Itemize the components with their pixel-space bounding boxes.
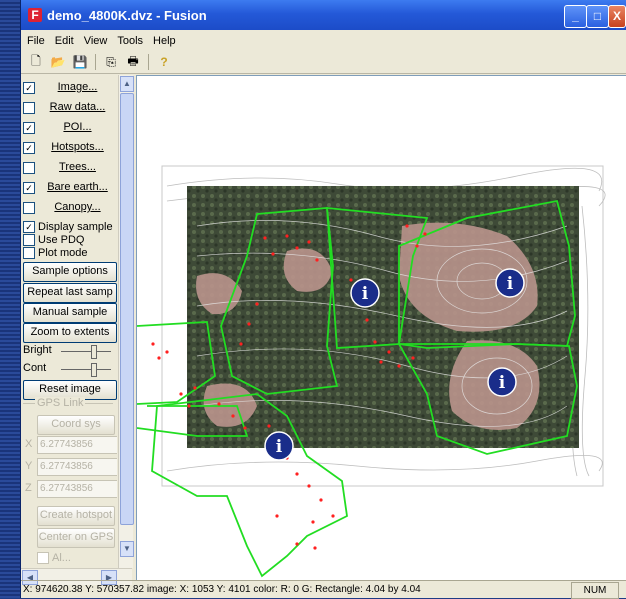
cont-slider-track[interactable]	[61, 369, 111, 370]
image-button[interactable]: Image...	[38, 79, 117, 97]
option-display-sample: ✓ Display sample	[23, 220, 117, 233]
bright-slider-thumb[interactable]	[91, 345, 97, 359]
poi-marker[interactable]: i	[264, 431, 294, 461]
menu-tools[interactable]: Tools	[117, 35, 143, 47]
minimize-button[interactable]: _	[564, 5, 587, 28]
gps-link-label: GPS Link	[35, 397, 86, 409]
cont-label: Cont	[23, 362, 47, 374]
trees-checkbox[interactable]	[23, 162, 35, 174]
map-canvas[interactable]: i i i i	[137, 76, 626, 580]
layer-row-trees: Trees...	[23, 159, 117, 177]
menu-help[interactable]: Help	[153, 35, 176, 47]
use-pdq-label: Use PDQ	[38, 233, 85, 246]
gps-x-field[interactable]: 6.27743856	[37, 436, 117, 454]
menu-view[interactable]: View	[84, 35, 108, 47]
status-coordinates: X: 974620.38 Y: 570357.82 image: X: 1053…	[23, 584, 421, 595]
gps-option-label: Al...	[52, 552, 71, 564]
gps-z-label: Z	[25, 482, 32, 494]
layer-row-bare-earth: ✓ Bare earth...	[23, 179, 117, 197]
app-window: F demo_4800K.dvz - Fusion _ □ X File Edi…	[20, 0, 626, 599]
help-icon[interactable]: ?	[155, 53, 173, 71]
layer-row-image: ✓ Image...	[23, 79, 117, 97]
sample-options-button[interactable]: Sample options	[23, 262, 117, 282]
close-button[interactable]: X	[608, 5, 626, 28]
poi-letter: i	[499, 373, 506, 393]
gps-option-row: Al...	[37, 549, 115, 567]
bright-slider-row: Bright	[23, 343, 117, 359]
canopy-button[interactable]: Canopy...	[38, 199, 117, 217]
control-panel: ✓ Image... Raw data... ✓ POI... ✓ Hotspo…	[21, 75, 117, 585]
scroll-down-arrow[interactable]: ▼	[120, 541, 134, 557]
toolbar-separator	[148, 54, 149, 70]
map-viewport[interactable]: i i i i	[136, 75, 626, 581]
poi-marker[interactable]: i	[350, 278, 380, 308]
layer-row-hotspots: ✓ Hotspots...	[23, 139, 117, 157]
display-sample-label: Display sample	[38, 220, 113, 233]
menu-bar: File Edit View Tools Help	[21, 32, 626, 50]
poi-letter: i	[507, 274, 514, 294]
option-use-pdq: Use PDQ	[23, 233, 117, 246]
hotspots-checkbox[interactable]: ✓	[23, 142, 35, 154]
new-icon[interactable]: 🗋	[27, 53, 45, 71]
trees-button[interactable]: Trees...	[38, 159, 117, 177]
toolbar: 🗋 📂 💾 ⎘ 🖶 ?	[21, 51, 626, 74]
poi-letter: i	[362, 284, 369, 304]
status-bar: X: 974620.38 Y: 570357.82 image: X: 1053…	[21, 580, 626, 599]
bright-slider-track[interactable]	[61, 351, 111, 352]
save-icon[interactable]: 💾	[71, 53, 89, 71]
scroll-thumb[interactable]	[120, 93, 134, 525]
coord-sys-button[interactable]: Coord sys	[37, 415, 115, 435]
gps-y-field[interactable]: 6.27743856	[37, 458, 117, 476]
use-pdq-checkbox[interactable]	[23, 233, 35, 246]
raw-data-checkbox[interactable]	[23, 102, 35, 114]
toolbar-separator	[95, 54, 96, 70]
poi-marker[interactable]: i	[487, 367, 517, 397]
open-icon[interactable]: 📂	[49, 53, 67, 71]
manual-sample-button[interactable]: Manual sample	[23, 303, 117, 323]
bare-earth-button[interactable]: Bare earth...	[38, 179, 117, 197]
poi-marker[interactable]: i	[495, 268, 525, 298]
scroll-up-arrow[interactable]: ▲	[120, 76, 134, 92]
maximize-button[interactable]: □	[586, 5, 609, 28]
gps-y-label: Y	[25, 460, 33, 472]
gps-option-checkbox[interactable]	[37, 552, 49, 564]
option-plot-mode: Plot mode	[23, 246, 117, 259]
menu-edit[interactable]: Edit	[55, 35, 74, 47]
zoom-to-extents-button[interactable]: Zoom to extents	[23, 323, 117, 343]
layer-row-canopy: Canopy...	[23, 199, 117, 217]
bare-earth-checkbox[interactable]: ✓	[23, 182, 35, 194]
menu-file[interactable]: File	[27, 35, 45, 47]
plot-mode-label: Plot mode	[38, 246, 88, 259]
repeat-last-sample-button[interactable]: Repeat last samp	[23, 283, 117, 303]
hotspots-button[interactable]: Hotspots...	[38, 139, 117, 157]
canopy-checkbox[interactable]	[23, 202, 35, 214]
layer-row-raw-data: Raw data...	[23, 99, 117, 117]
poi-letter: i	[276, 437, 283, 457]
num-lock-indicator: NUM	[571, 582, 619, 599]
gps-x-label: X	[25, 438, 33, 450]
create-hotspot-button[interactable]: Create hotspot	[37, 506, 115, 526]
poi-button[interactable]: POI...	[38, 119, 117, 137]
layer-row-poi: ✓ POI...	[23, 119, 117, 137]
cont-slider-row: Cont	[23, 361, 117, 377]
gps-z-field[interactable]: 6.27743856	[37, 480, 117, 498]
image-checkbox[interactable]: ✓	[23, 82, 35, 94]
cont-slider-thumb[interactable]	[91, 363, 97, 377]
bright-label: Bright	[23, 344, 52, 356]
copy-icon[interactable]: ⎘	[102, 53, 120, 71]
title-bar[interactable]: F demo_4800K.dvz - Fusion _ □ X	[21, 0, 626, 30]
display-sample-checkbox[interactable]: ✓	[23, 220, 35, 233]
center-on-gps-button[interactable]: Center on GPS	[37, 528, 115, 548]
window-title: demo_4800K.dvz - Fusion	[47, 8, 207, 23]
print-icon[interactable]: 🖶	[124, 53, 142, 71]
panel-vertical-scrollbar[interactable]: ▲ ▼	[118, 75, 134, 568]
desktop-background	[0, 0, 20, 598]
poi-checkbox[interactable]: ✓	[23, 122, 35, 134]
plot-mode-checkbox[interactable]	[23, 246, 35, 259]
raw-data-button[interactable]: Raw data...	[38, 99, 117, 117]
fusion-app-icon: F	[28, 8, 42, 22]
